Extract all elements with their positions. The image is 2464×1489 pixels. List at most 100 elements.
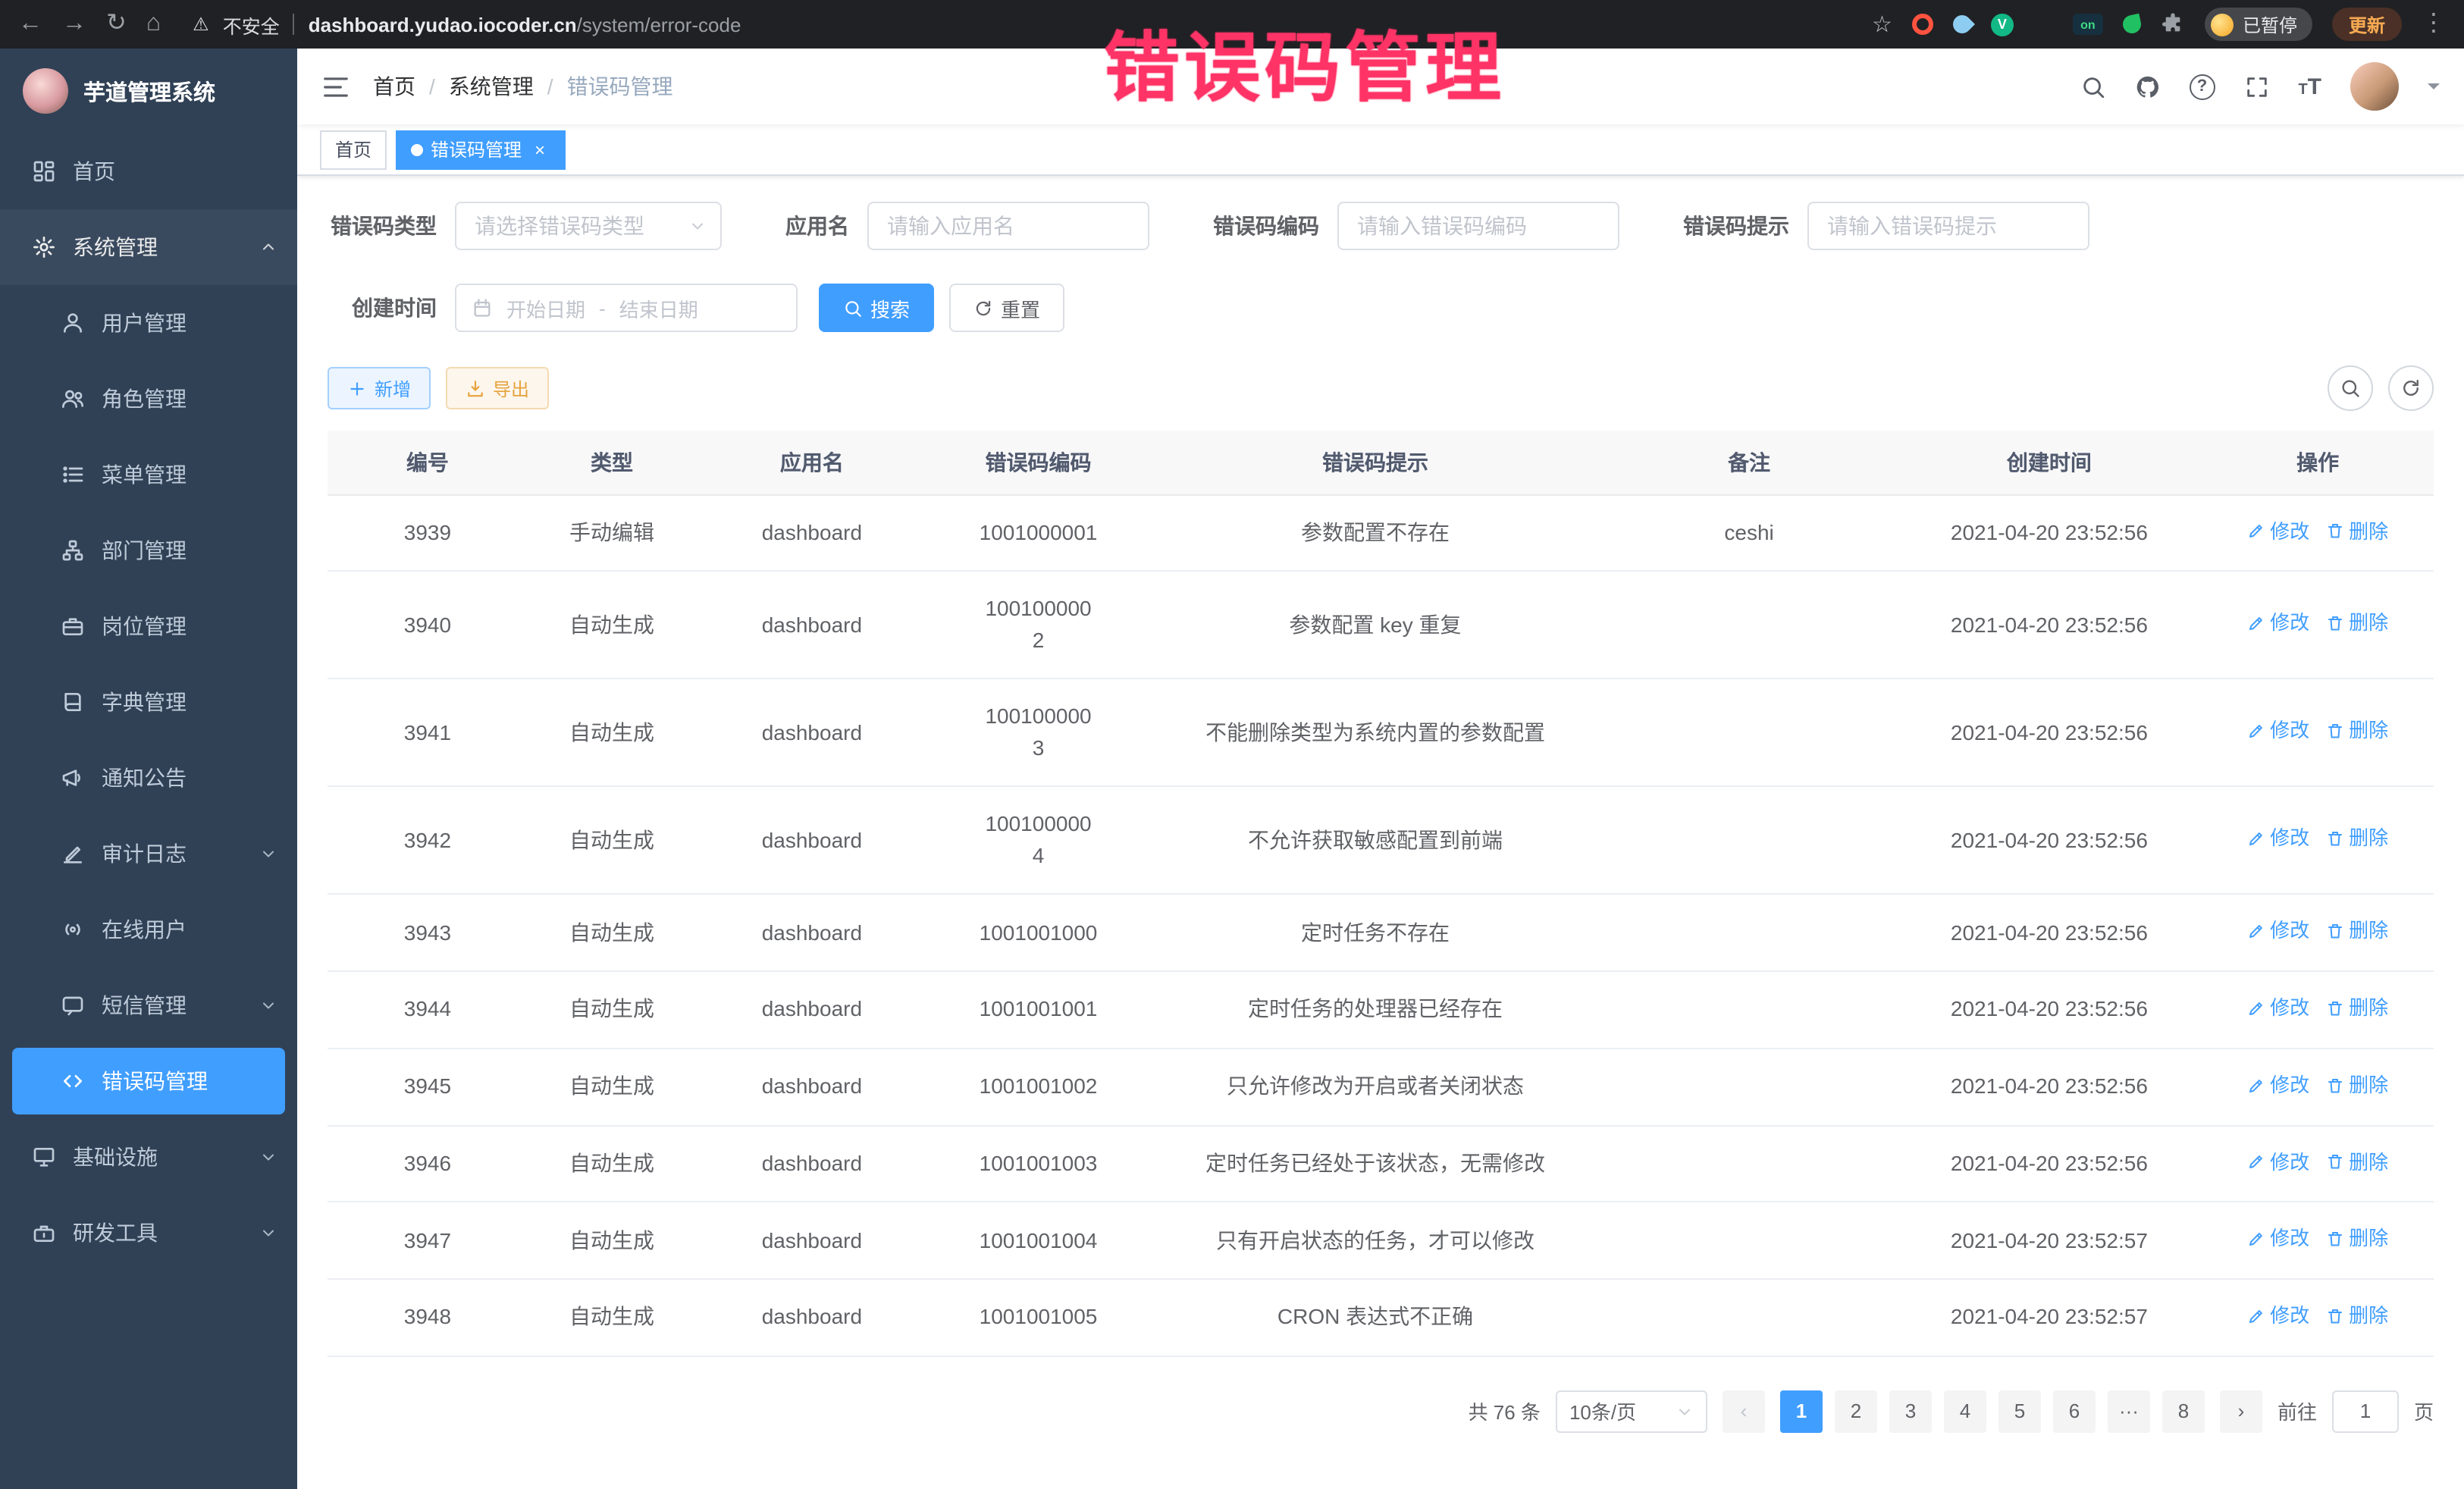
sidebar-item-dept-mgmt[interactable]: 部门管理 [0,513,297,588]
edit-link[interactable]: 修改 [2247,1301,2309,1331]
error-code-input[interactable] [1337,202,1619,250]
sidebar-item-post-mgmt[interactable]: 岗位管理 [0,588,297,664]
font-size-icon[interactable]: TT [2298,75,2321,98]
goto-page-input[interactable] [2332,1390,2399,1433]
edit-link[interactable]: 修改 [2247,824,2309,854]
export-button[interactable]: 导出 [446,367,549,409]
home-icon[interactable]: ⌂ [146,12,161,36]
error-type-select[interactable]: 请选择错误码类型 [455,202,722,250]
col-remark: 备注 [1602,431,1897,494]
edit-link[interactable]: 修改 [2247,516,2309,546]
breadcrumb-home[interactable]: 首页 [373,71,415,102]
extension-grid-icon[interactable] [2033,14,2053,34]
edit-link[interactable]: 修改 [2247,1071,2309,1100]
reset-button[interactable]: 重置 [949,284,1064,332]
sidebar-item-sms-mgmt[interactable]: 短信管理 [0,967,297,1043]
bookmark-star-icon[interactable]: ☆ [1872,13,1892,36]
user-avatar[interactable] [2350,62,2399,111]
filter-label: 应用名 [785,211,867,241]
date-range-picker[interactable]: 开始日期 - 结束日期 [455,284,798,332]
delete-link[interactable]: 删除 [2326,824,2388,854]
cell-code: 1001001005 [928,1279,1149,1356]
help-icon[interactable]: ? [2189,74,2215,99]
page-button-5[interactable]: 5 [1998,1390,2041,1433]
table-row: 3944自动生成dashboard1001001001定时任务的处理器已经存在2… [328,971,2434,1049]
extension-ring-icon[interactable] [1912,14,1933,35]
prev-page-button[interactable]: ‹ [1723,1390,1765,1433]
sidebar-item-dict-mgmt[interactable]: 字典管理 [0,664,297,740]
profile-chip[interactable]: 已暂停 [2205,8,2312,41]
fullscreen-icon[interactable] [2243,74,2269,99]
sidebar-item-infrastructure[interactable]: 基础设施 [0,1119,297,1195]
update-button[interactable]: 更新 [2332,8,2402,41]
delete-link[interactable]: 删除 [2326,716,2388,746]
forward-icon[interactable]: → [62,12,86,36]
reload-icon[interactable]: ↻ [106,12,127,36]
page-button-6[interactable]: 6 [2053,1390,2096,1433]
page-button-3[interactable]: 3 [1889,1390,1932,1433]
edit-link[interactable]: 修改 [2247,1147,2309,1177]
next-page-button[interactable]: › [2220,1390,2262,1433]
search-button[interactable]: 搜索 [819,284,934,332]
edit-link[interactable]: 修改 [2247,609,2309,638]
filter-app-name: 应用名 [785,202,1149,250]
filter-error-msg: 错误码提示 [1683,202,2089,250]
error-msg-input[interactable] [1807,202,2089,250]
page-button-2[interactable]: 2 [1835,1390,1877,1433]
page-button-4[interactable]: 4 [1944,1390,1986,1433]
sidebar-item-online-users[interactable]: 在线用户 [0,892,297,967]
cell-message: 参数配置不存在 [1149,494,1601,572]
back-icon[interactable]: ← [18,12,42,36]
delete-link[interactable]: 删除 [2326,516,2388,546]
app-name-input[interactable] [867,202,1149,250]
cell-type: 自动生成 [528,1202,696,1280]
extension-drop-icon[interactable] [1949,11,1975,37]
close-icon[interactable]: × [529,139,550,160]
extension-on-badge[interactable]: on [2073,14,2103,35]
url-text: dashboard.yudao.iocoder.cn/system/error-… [309,13,741,36]
breadcrumb-system[interactable]: 系统管理 [449,71,534,102]
delete-link[interactable]: 删除 [2326,1071,2388,1100]
edit-link[interactable]: 修改 [2247,917,2309,946]
tab-error-code[interactable]: 错误码管理 × [396,130,566,169]
edit-link[interactable]: 修改 [2247,716,2309,746]
edit-link[interactable]: 修改 [2247,1224,2309,1254]
sidebar-item-menu-mgmt[interactable]: 菜单管理 [0,437,297,513]
search-icon[interactable] [2080,74,2105,99]
sidebar-toggle-icon[interactable] [321,72,350,101]
delete-link[interactable]: 删除 [2326,1224,2388,1254]
page-ellipsis-button[interactable]: ··· [2108,1390,2150,1433]
toggle-search-button[interactable] [2328,365,2373,411]
extensions-puzzle-icon[interactable] [2161,12,2185,36]
sidebar-item-home[interactable]: 首页 [0,133,297,209]
extension-v-icon[interactable]: V [1991,13,2014,36]
cell-remark [1602,971,1897,1049]
tab-home[interactable]: 首页 [320,130,387,169]
breadcrumb-separator: / [429,74,435,99]
sidebar-item-role-mgmt[interactable]: 角色管理 [0,361,297,437]
add-button[interactable]: 新增 [328,367,431,409]
page-button-1[interactable]: 1 [1780,1390,1823,1433]
delete-link[interactable]: 删除 [2326,917,2388,946]
page-button-8[interactable]: 8 [2162,1390,2205,1433]
sidebar-item-dev-tools[interactable]: 研发工具 [0,1195,297,1271]
sidebar-item-audit-log[interactable]: 审计日志 [0,816,297,892]
chevron-down-icon[interactable] [2428,83,2440,96]
sidebar-item-user-mgmt[interactable]: 用户管理 [0,285,297,361]
page-size-select[interactable]: 10条/页 [1556,1390,1707,1433]
cell-time: 2021-04-20 23:52:56 [1897,971,2202,1049]
delete-link[interactable]: 删除 [2326,1147,2388,1177]
delete-link[interactable]: 删除 [2326,609,2388,638]
browser-menu-icon[interactable]: ⋮ [2422,12,2446,36]
address-bar[interactable]: ⚠ 不安全 dashboard.yudao.iocoder.cn/system/… [180,10,1852,39]
delete-link[interactable]: 删除 [2326,1301,2388,1331]
github-icon[interactable] [2134,74,2160,99]
app-logo[interactable]: 芋道管理系统 [0,49,297,133]
sidebar-item-error-code[interactable]: 错误码管理 [12,1048,285,1114]
sidebar-item-notice[interactable]: 通知公告 [0,740,297,816]
edit-link[interactable]: 修改 [2247,993,2309,1023]
extension-leaf-icon[interactable] [2121,14,2143,35]
sidebar-item-system-mgmt[interactable]: 系统管理 [0,209,297,285]
refresh-table-button[interactable] [2388,365,2434,411]
delete-link[interactable]: 删除 [2326,993,2388,1023]
